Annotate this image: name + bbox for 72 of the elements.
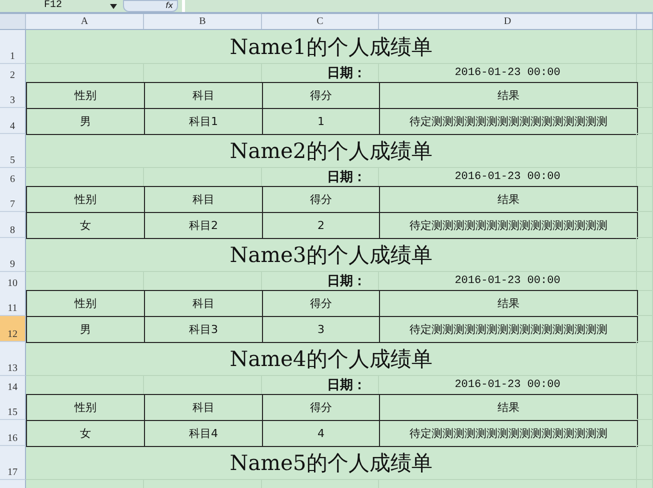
- row-header[interactable]: 9: [0, 238, 26, 272]
- table-header-cell: 结果: [379, 186, 638, 213]
- table-cell: 待定测测测测测测测测测测测测测测测测: [379, 316, 638, 343]
- empty-cell: [637, 82, 653, 108]
- row-header[interactable]: 8: [0, 212, 26, 238]
- report-title: Name3的个人成绩单: [26, 238, 637, 272]
- column-header[interactable]: D: [379, 14, 637, 29]
- report-title: Name5的个人成绩单: [26, 446, 637, 480]
- dropdown-arrow-icon[interactable]: [110, 4, 117, 8]
- row-header[interactable]: 5: [0, 134, 26, 168]
- report-title: Name4的个人成绩单: [26, 342, 637, 376]
- table-cell: 待定测测测测测测测测测测测测测测测测: [379, 212, 638, 239]
- table-header-cell: 结果: [379, 290, 638, 317]
- column-header[interactable]: C: [262, 14, 379, 29]
- row-header[interactable]: 10: [0, 272, 26, 291]
- formula-input[interactable]: [182, 0, 185, 12]
- row-header[interactable]: 4: [0, 108, 26, 134]
- date-label: 日期：: [262, 272, 379, 291]
- row-header[interactable]: 6: [0, 168, 26, 187]
- row-header[interactable]: 15: [0, 394, 26, 420]
- table-cell: 待定测测测测测测测测测测测测测测测测: [379, 108, 638, 135]
- report-title: Name1的个人成绩单: [26, 30, 637, 64]
- row-header[interactable]: 12: [0, 316, 26, 342]
- empty-cell: [637, 316, 653, 342]
- date-label: 日期：: [262, 376, 379, 395]
- empty-cell: [637, 64, 653, 83]
- row-header[interactable]: 14: [0, 376, 26, 395]
- empty-cell: [637, 212, 653, 238]
- table-header-cell: 性别: [26, 186, 145, 213]
- table-cell: 女: [26, 420, 145, 447]
- date-label: 日期：: [262, 168, 379, 187]
- empty-cell: [637, 420, 653, 446]
- empty-cell: [637, 30, 653, 64]
- row-header[interactable]: 7: [0, 186, 26, 212]
- empty-cell: [637, 290, 653, 316]
- date-value: 2016-01-23 00:00: [379, 272, 637, 291]
- empty-cell: [637, 108, 653, 134]
- table-header-cell: 性别: [26, 394, 145, 421]
- empty-cell: [637, 342, 653, 376]
- date-value: 2016-01-23 00:00: [379, 168, 637, 187]
- empty-cell: [637, 186, 653, 212]
- table-cell: 男: [26, 108, 145, 135]
- date-label: 日期：: [262, 64, 379, 83]
- column-header[interactable]: B: [144, 14, 262, 29]
- empty-cell: [637, 376, 653, 395]
- empty-cell: [637, 394, 653, 420]
- table-cell: 女: [26, 212, 145, 239]
- table-header-cell: 性别: [26, 82, 145, 109]
- row-header[interactable]: 3: [0, 82, 26, 108]
- row-header[interactable]: 2: [0, 64, 26, 83]
- select-all-corner[interactable]: [0, 14, 26, 29]
- table-header-cell: 性别: [26, 290, 145, 317]
- row-header[interactable]: 13: [0, 342, 26, 376]
- empty-cell: [637, 134, 653, 168]
- empty-cell: [637, 272, 653, 291]
- column-header[interactable]: A: [26, 14, 144, 29]
- empty-cell: [637, 168, 653, 187]
- date-value: 2016-01-23 00:00: [379, 376, 637, 395]
- row-header[interactable]: 11: [0, 290, 26, 316]
- empty-cell: [637, 238, 653, 272]
- insert-function-button[interactable]: fx: [123, 0, 178, 12]
- table-cell: 待定测测测测测测测测测测测测测测测测: [379, 420, 638, 447]
- table-header-cell: 结果: [379, 394, 638, 421]
- name-box[interactable]: F12: [0, 1, 100, 11]
- row-header[interactable]: 1: [0, 30, 26, 64]
- date-value: 2016-01-23 00:00: [379, 64, 637, 83]
- row-header[interactable]: 16: [0, 420, 26, 446]
- report-title: Name2的个人成绩单: [26, 134, 637, 168]
- empty-cell: [637, 446, 653, 480]
- table-cell: 男: [26, 316, 145, 343]
- table-header-cell: 结果: [379, 82, 638, 109]
- row-header[interactable]: 17: [0, 446, 26, 480]
